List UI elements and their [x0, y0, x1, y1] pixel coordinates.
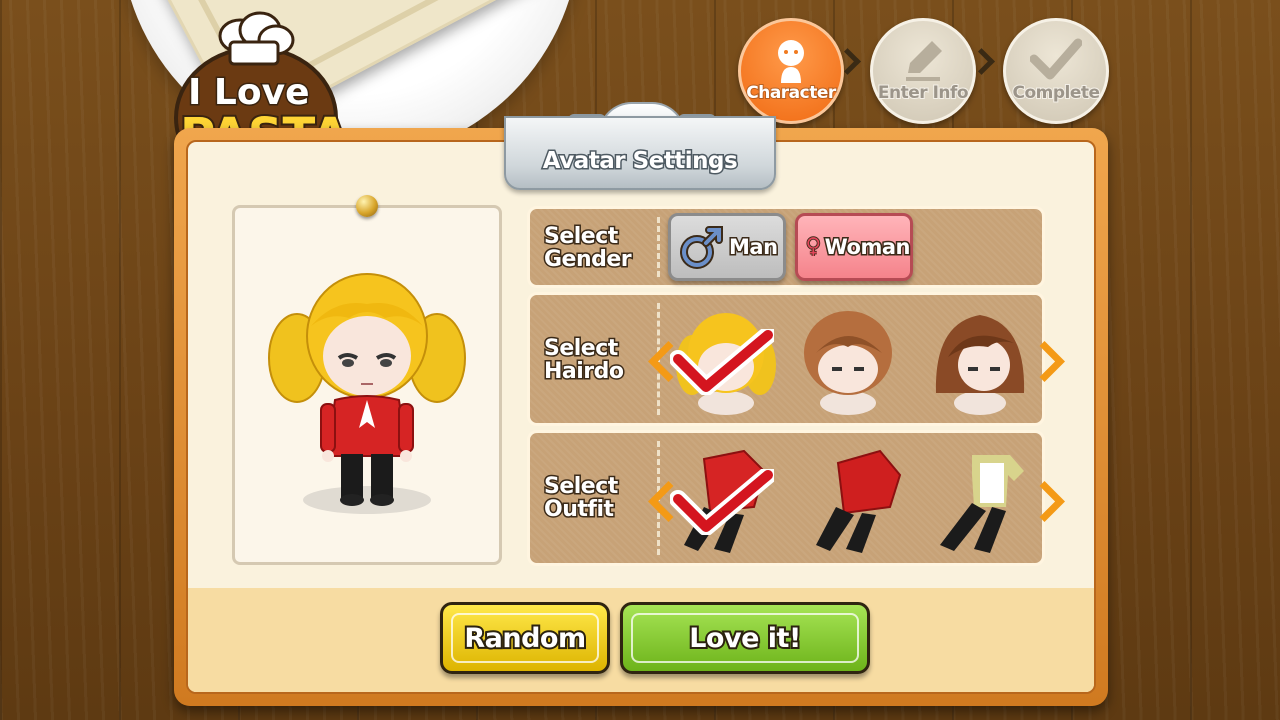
- male-symbol-icon: [680, 226, 723, 269]
- avatar-figure: [268, 273, 466, 514]
- pin-icon: [356, 195, 378, 217]
- step-character: Character: [738, 18, 844, 124]
- pencil-icon: [906, 41, 942, 81]
- man-button-label: Man: [728, 234, 780, 261]
- outfit-row: Select Outfit: [527, 430, 1066, 566]
- step-enter-info-label: Enter Info: [877, 82, 970, 104]
- logo-line1: I Love: [186, 71, 310, 115]
- gender-row: Select Gender Man Woman: [527, 206, 1045, 288]
- hairdo-label-line1: Select: [543, 336, 620, 362]
- gender-label-line1: Select: [542, 224, 619, 250]
- love-it-button-label: Love it!: [687, 621, 803, 656]
- outfit-row-label: Select Outfit: [543, 474, 620, 523]
- outfit-label-line1: Select: [543, 474, 620, 500]
- outfit-option-3[interactable]: [926, 441, 1030, 553]
- step-complete-label: Complete: [1011, 82, 1101, 104]
- row-divider: [657, 217, 660, 277]
- selected-check-icon: [670, 329, 774, 395]
- avatar-preview: [232, 205, 502, 565]
- hairdo-row: Select Hairdo: [527, 292, 1066, 426]
- outfit-label-line2: Outfit: [543, 497, 616, 523]
- selected-check-icon: [670, 469, 774, 535]
- female-symbol-icon: [806, 236, 821, 257]
- man-button[interactable]: Man: [668, 213, 786, 281]
- step-enter-info: Enter Info: [870, 18, 976, 124]
- hairdo-option-3[interactable]: [928, 303, 1032, 415]
- gender-row-label: Select Gender: [542, 224, 633, 273]
- love-it-button[interactable]: Love it!: [620, 602, 870, 674]
- outfit-option-2[interactable]: [804, 441, 908, 553]
- gender-label-line2: Gender: [542, 247, 633, 273]
- hairdo-option-2[interactable]: [796, 303, 900, 415]
- woman-button-label: Woman: [823, 234, 912, 261]
- checkmark-icon: [1030, 38, 1082, 80]
- hairdo-label-line2: Hairdo: [543, 359, 626, 385]
- woman-button[interactable]: Woman: [795, 213, 913, 281]
- panel-title-plate: Avatar Settings: [504, 116, 776, 190]
- random-button-label: Random: [462, 621, 588, 656]
- person-icon: [778, 40, 804, 83]
- hairdo-row-label: Select Hairdo: [543, 336, 626, 385]
- panel-title: Avatar Settings: [541, 147, 739, 176]
- step-character-label: Character: [745, 82, 837, 104]
- random-button[interactable]: Random: [440, 602, 610, 674]
- step-complete: Complete: [1003, 18, 1109, 124]
